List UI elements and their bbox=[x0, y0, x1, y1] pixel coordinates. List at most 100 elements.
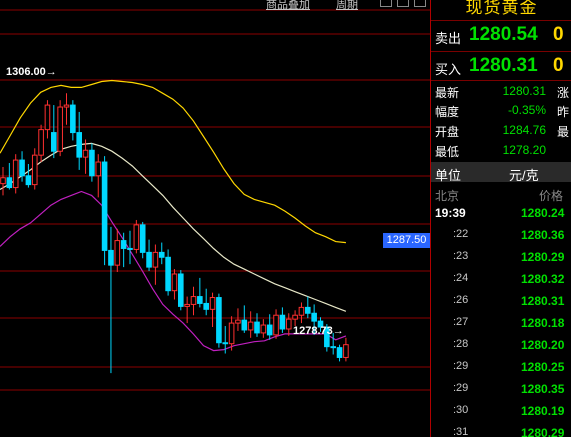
candle bbox=[285, 313, 292, 336]
tick-price: 1280.18 bbox=[521, 316, 565, 330]
tick-time: :24 bbox=[453, 272, 469, 284]
candle bbox=[12, 154, 19, 194]
stat-value: 1280.31 bbox=[502, 84, 546, 98]
toolbar-icon-3[interactable] bbox=[414, 0, 426, 7]
candle bbox=[235, 308, 241, 331]
stat-row: 最新 1280.31 涨 bbox=[431, 82, 571, 100]
toolbar-icon-2[interactable] bbox=[397, 0, 409, 7]
kline-chart[interactable]: 商品叠加 周期 1287.50 1306.00→ 1278.73→ bbox=[0, 0, 430, 437]
toolbar-icon-1[interactable] bbox=[380, 0, 392, 7]
tick-time: :26 bbox=[453, 294, 469, 306]
tick-row[interactable]: :29 1280.35 bbox=[431, 378, 571, 400]
period-button[interactable]: 周期 bbox=[336, 0, 358, 12]
sell-label: 卖出 bbox=[435, 31, 462, 46]
tick-time: :29 bbox=[453, 382, 469, 394]
tick-row[interactable]: :28 1280.20 bbox=[431, 334, 571, 356]
unit-row: 单位 元/克 bbox=[431, 162, 571, 183]
tick-price: 1280.19 bbox=[521, 404, 565, 418]
candle bbox=[133, 219, 140, 254]
overlay-product-button[interactable]: 商品叠加 bbox=[266, 0, 310, 12]
tick-time: 19:39 bbox=[435, 206, 466, 220]
candle bbox=[76, 111, 83, 170]
candle bbox=[95, 154, 102, 198]
sell-row[interactable]: 卖出 1280.54 0 bbox=[431, 21, 571, 49]
current-price-tag: 1287.50 bbox=[383, 233, 430, 248]
tick-time: :30 bbox=[453, 404, 469, 416]
divider bbox=[431, 80, 571, 81]
tick-row[interactable]: :31 1280.29 bbox=[431, 422, 571, 437]
buy-volume: 0 bbox=[553, 55, 564, 76]
high-annotation-value: 1306.00 bbox=[6, 66, 46, 78]
stat-row: 幅度 -0.35% 昨 bbox=[431, 101, 571, 119]
tick-row[interactable]: :27 1280.18 bbox=[431, 312, 571, 334]
low-annotation: 1278.73→ bbox=[293, 325, 344, 337]
tick-time: :22 bbox=[453, 228, 469, 240]
stat-extra: 最 bbox=[557, 125, 570, 139]
candle bbox=[305, 296, 311, 319]
tick-price: 1280.29 bbox=[521, 426, 565, 437]
candle bbox=[57, 100, 63, 157]
tick-list-header: 北京 价格 bbox=[431, 185, 571, 203]
candle bbox=[31, 148, 38, 190]
high-annotation: 1306.00→ bbox=[6, 66, 57, 78]
tick-price: 1280.32 bbox=[521, 272, 565, 286]
stat-label: 开盘 bbox=[435, 125, 460, 139]
tick-row[interactable]: :29 1280.25 bbox=[431, 356, 571, 378]
low-annotation-value: 1278.73 bbox=[293, 325, 333, 337]
tick-row[interactable]: 19:39 1280.24 bbox=[431, 202, 571, 224]
candle bbox=[51, 105, 57, 159]
candle bbox=[203, 288, 209, 316]
tick-time: :31 bbox=[453, 426, 469, 437]
tick-row[interactable]: :23 1280.29 bbox=[431, 246, 571, 268]
arrow-right-icon: → bbox=[45, 66, 57, 78]
tick-time: :23 bbox=[453, 250, 469, 262]
sell-price: 1280.54 bbox=[469, 24, 538, 45]
tick-price: 1280.20 bbox=[521, 338, 565, 352]
candle bbox=[178, 270, 184, 311]
upper-band-line bbox=[0, 79, 346, 244]
candle bbox=[298, 302, 305, 324]
buy-row[interactable]: 买入 1280.31 0 bbox=[431, 52, 571, 80]
candle bbox=[260, 319, 267, 338]
arrow-right-icon: → bbox=[332, 325, 344, 337]
candle bbox=[108, 226, 114, 374]
candle bbox=[279, 307, 286, 333]
candle bbox=[38, 124, 44, 163]
stat-value: 1284.76 bbox=[502, 123, 546, 137]
candle bbox=[165, 249, 171, 296]
buy-label: 买入 bbox=[435, 62, 462, 77]
tick-time: :29 bbox=[453, 360, 469, 372]
tick-row[interactable]: :24 1280.32 bbox=[431, 268, 571, 290]
candle bbox=[197, 277, 203, 308]
stat-row: 开盘 1284.76 最 bbox=[431, 121, 571, 139]
tick-row[interactable]: :30 1280.19 bbox=[431, 400, 571, 422]
stat-extra: 昨 bbox=[557, 105, 570, 119]
candle bbox=[114, 228, 121, 273]
stat-label: 最新 bbox=[435, 86, 460, 100]
candle bbox=[336, 344, 343, 362]
candle bbox=[139, 221, 146, 259]
tick-price: 1280.24 bbox=[521, 206, 565, 220]
candle bbox=[25, 163, 32, 188]
stat-label: 幅度 bbox=[435, 105, 460, 119]
candle bbox=[254, 313, 260, 337]
stat-extra: 涨 bbox=[557, 86, 570, 100]
unit-value: 元/克 bbox=[509, 168, 539, 183]
candle bbox=[292, 310, 298, 327]
candle bbox=[146, 239, 152, 272]
tick-price: 1280.35 bbox=[521, 382, 565, 396]
candle bbox=[0, 166, 6, 196]
sell-volume: 0 bbox=[553, 24, 564, 45]
tick-price: 1280.25 bbox=[521, 360, 565, 374]
tick-row[interactable]: :26 1280.31 bbox=[431, 290, 571, 312]
candle bbox=[343, 337, 349, 362]
instrument-title: 现货黄金 bbox=[465, 0, 538, 17]
stat-value: 1278.20 bbox=[502, 143, 546, 157]
candle bbox=[247, 311, 254, 338]
candle bbox=[158, 242, 165, 265]
tick-price: 1280.29 bbox=[521, 250, 565, 264]
chart-canvas[interactable] bbox=[0, 0, 430, 437]
candle bbox=[209, 292, 216, 328]
tick-price: 1280.36 bbox=[521, 228, 565, 242]
tick-row[interactable]: :22 1280.36 bbox=[431, 224, 571, 246]
